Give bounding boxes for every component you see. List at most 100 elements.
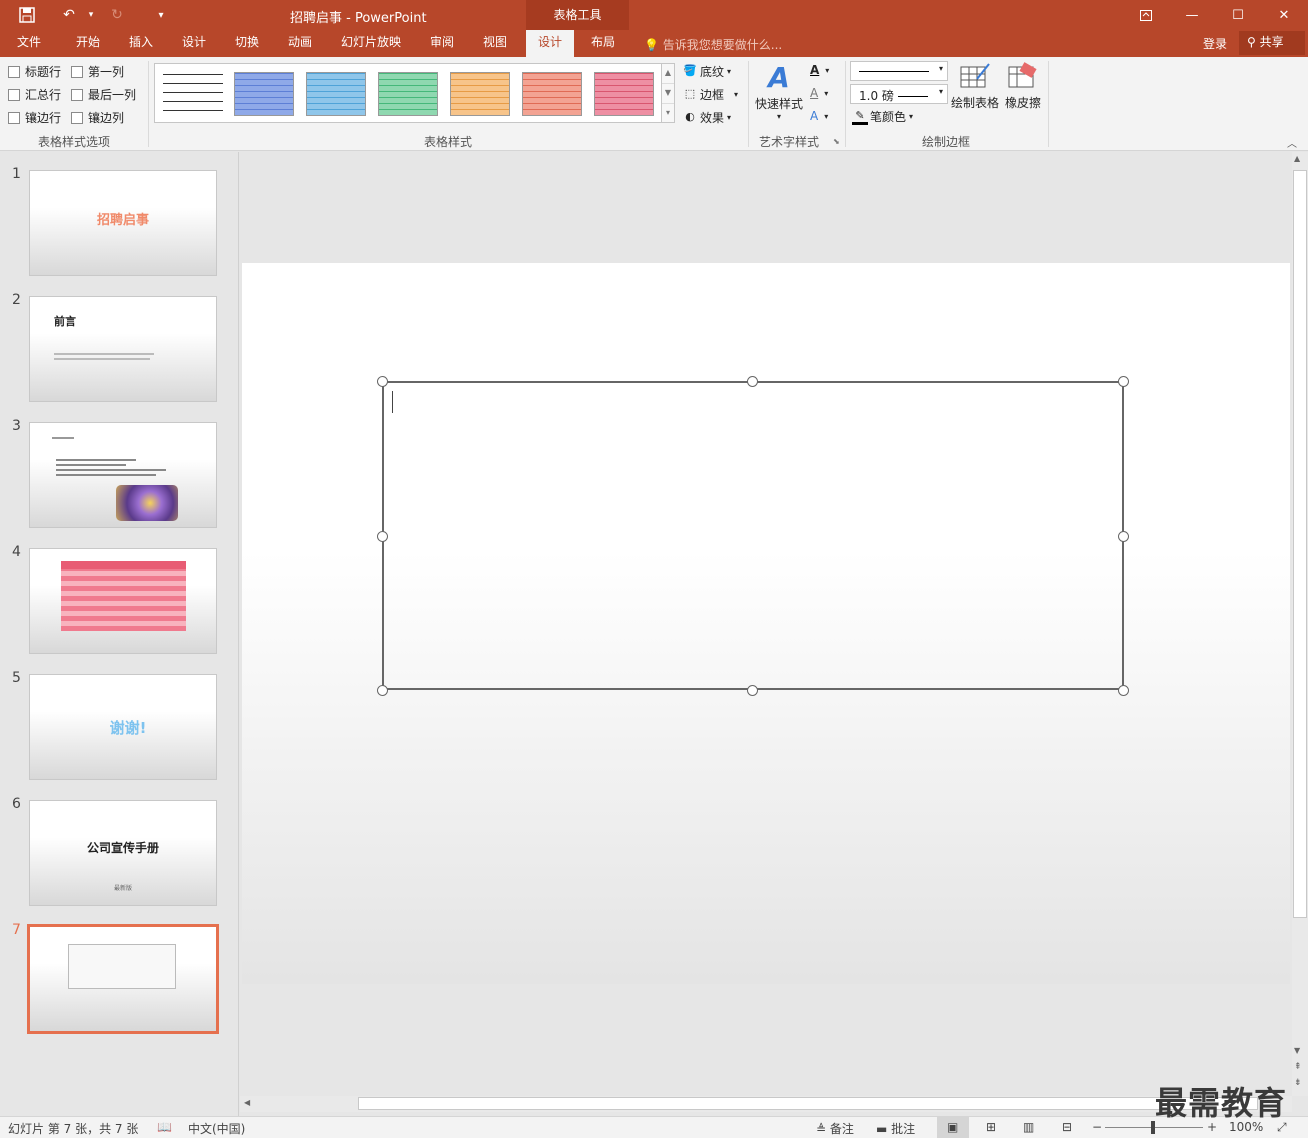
slide-thumbnail-6[interactable]: 公司宣传手册 最新版 <box>29 800 217 906</box>
tell-me-box[interactable]: 💡 告诉我您想要做什么... <box>644 36 782 53</box>
notes-button[interactable]: ≜ 备注 <box>816 1120 854 1137</box>
previous-slide-icon[interactable]: ⇞ <box>1294 1062 1302 1072</box>
tab-table-design[interactable]: 设计 <box>526 30 574 57</box>
slide-thumbnail-3[interactable] <box>29 422 217 528</box>
gallery-down-icon[interactable]: ▼ <box>662 84 674 104</box>
total-row-checkbox[interactable]: 汇总行 <box>8 86 61 103</box>
slide-thumbnail-2[interactable]: 前言 <box>29 296 217 402</box>
draw-table-button[interactable]: 绘制表格 <box>950 61 1000 111</box>
undo-icon[interactable]: ↶ <box>58 4 80 26</box>
undo-dropdown-icon[interactable]: ▾ <box>80 4 102 26</box>
tab-insert[interactable]: 插入 <box>118 30 164 57</box>
tab-transitions[interactable]: 切换 <box>224 30 270 57</box>
ribbon-display-icon[interactable] <box>1123 0 1169 30</box>
title-bar: ↶ ▾ ↻ ▾ 招聘启事 - PowerPoint 表格工具 — ☐ ✕ <box>0 0 1308 30</box>
resize-handle-right[interactable] <box>1118 531 1129 542</box>
slide-thumbnail-7[interactable] <box>27 924 219 1034</box>
table-style-swatch-green[interactable] <box>378 72 438 116</box>
table-style-swatch-lightblue[interactable] <box>306 72 366 116</box>
pen-weight-dropdown[interactable]: 1.0 磅 ▾ <box>850 84 948 104</box>
current-slide[interactable] <box>242 263 1290 984</box>
selected-table[interactable] <box>382 381 1124 690</box>
chevron-down-icon: ▾ <box>938 64 943 73</box>
share-button[interactable]: ⚲ 共享 <box>1239 31 1305 55</box>
slide-sorter-icon[interactable]: ⊞ <box>986 1120 996 1134</box>
maximize-button[interactable]: ☐ <box>1215 0 1261 30</box>
effects-button[interactable]: ◐ 效果 ▾ <box>682 109 731 126</box>
vertical-scrollbar[interactable]: ▲ ▼ ⇞ ⇟ <box>1292 152 1308 1096</box>
pen-color-button[interactable]: ✎ 笔颜色 ▾ <box>852 108 913 125</box>
gallery-scroll[interactable]: ▲ ▼ ▾ <box>661 63 675 123</box>
redo-icon[interactable]: ↻ <box>106 4 128 26</box>
customize-toolbar-icon[interactable]: ▾ <box>150 4 172 26</box>
text-fill-button[interactable]: A ▾ <box>810 63 829 77</box>
reading-view-icon[interactable]: ▥ <box>1023 1120 1034 1134</box>
normal-view-icon: ▣ <box>947 1120 959 1134</box>
scroll-thumb[interactable] <box>1293 170 1307 918</box>
resize-handle-top-left[interactable] <box>377 376 388 387</box>
scroll-up-icon[interactable]: ▲ <box>1294 154 1300 163</box>
shading-button[interactable]: 🪣 底纹 ▾ <box>682 63 731 80</box>
save-icon[interactable] <box>16 4 38 26</box>
first-column-checkbox[interactable]: 第一列 <box>71 63 124 80</box>
table-styles-group-label: 表格样式 <box>424 135 473 149</box>
spellcheck-icon[interactable]: 📖 <box>157 1120 172 1134</box>
tab-file[interactable]: 文件 <box>6 30 52 57</box>
borders-button[interactable]: ⬚ 边框 ▾ <box>682 86 738 103</box>
resize-handle-bottom[interactable] <box>747 685 758 696</box>
table-style-swatch-blue[interactable] <box>234 72 294 116</box>
resize-handle-left[interactable] <box>377 531 388 542</box>
login-link[interactable]: 登录 <box>1203 35 1227 52</box>
comments-button[interactable]: ▬ 批注 <box>876 1120 915 1137</box>
table-style-swatch-salmon[interactable] <box>522 72 582 116</box>
tab-animations[interactable]: 动画 <box>277 30 323 57</box>
text-line <box>56 464 126 466</box>
slide-thumbnail-5[interactable]: 谢谢! <box>29 674 217 780</box>
last-column-checkbox[interactable]: 最后一列 <box>71 86 136 103</box>
dialog-launcher-icon[interactable]: ⬊ <box>833 137 840 146</box>
slide-thumbnail-4[interactable] <box>29 548 217 654</box>
text-outline-button[interactable]: A ▾ <box>810 86 828 100</box>
tab-view[interactable]: 视图 <box>472 30 518 57</box>
tab-slideshow[interactable]: 幻灯片放映 <box>332 30 410 57</box>
chevron-down-icon: ▾ <box>727 67 732 76</box>
banded-columns-checkbox[interactable]: 镶边列 <box>71 109 124 126</box>
resize-handle-bottom-left[interactable] <box>377 685 388 696</box>
gallery-more-icon[interactable]: ▾ <box>662 104 674 124</box>
separator <box>748 61 749 147</box>
scroll-left-icon[interactable]: ◀ <box>244 1098 250 1107</box>
zoom-out-button[interactable]: − <box>1092 1120 1102 1134</box>
tab-home[interactable]: 开始 <box>64 30 112 57</box>
resize-handle-top[interactable] <box>747 376 758 387</box>
scroll-down-icon[interactable]: ▼ <box>1294 1046 1300 1055</box>
resize-handle-bottom-right[interactable] <box>1118 685 1129 696</box>
next-slide-icon[interactable]: ⇟ <box>1294 1078 1302 1088</box>
language-label[interactable]: 中文(中国) <box>188 1120 245 1137</box>
slide-thumbnail-1[interactable]: 招聘启事 <box>29 170 217 276</box>
slideshow-icon[interactable]: ⊟ <box>1062 1120 1072 1134</box>
minimize-button[interactable]: — <box>1169 0 1215 30</box>
last-column-label: 最后一列 <box>88 88 137 102</box>
separator <box>148 61 149 147</box>
window-title: 招聘启事 - PowerPoint <box>290 11 427 26</box>
collapse-ribbon-icon[interactable]: ︿ <box>1287 135 1297 150</box>
eraser-button[interactable]: 橡皮擦 <box>1002 61 1044 111</box>
tab-table-layout[interactable]: 布局 <box>580 30 626 57</box>
table-style-swatch-none[interactable] <box>163 72 223 116</box>
tab-review[interactable]: 审阅 <box>419 30 465 57</box>
resize-handle-top-right[interactable] <box>1118 376 1129 387</box>
table-style-swatch-pink[interactable] <box>594 72 654 116</box>
text-effects-button[interactable]: A ▾ <box>810 109 828 123</box>
banded-rows-checkbox[interactable]: 镶边行 <box>8 109 61 126</box>
gallery-up-icon[interactable]: ▲ <box>662 64 674 84</box>
close-button[interactable]: ✕ <box>1261 0 1307 30</box>
table-style-options-group-label: 表格样式选项 <box>38 135 111 149</box>
table-style-swatch-orange[interactable] <box>450 72 510 116</box>
tab-design[interactable]: 设计 <box>171 30 217 57</box>
normal-view-button[interactable]: ▣ <box>937 1117 969 1138</box>
quick-styles-button[interactable]: A 快速样式 ▾ <box>752 61 806 121</box>
header-row-checkbox[interactable]: 标题行 <box>8 63 61 80</box>
horizontal-scrollbar[interactable]: ◀ <box>240 1096 1292 1112</box>
horizontal-scroll-thumb[interactable] <box>358 1097 1258 1110</box>
pen-style-dropdown[interactable]: ▾ <box>850 61 948 81</box>
